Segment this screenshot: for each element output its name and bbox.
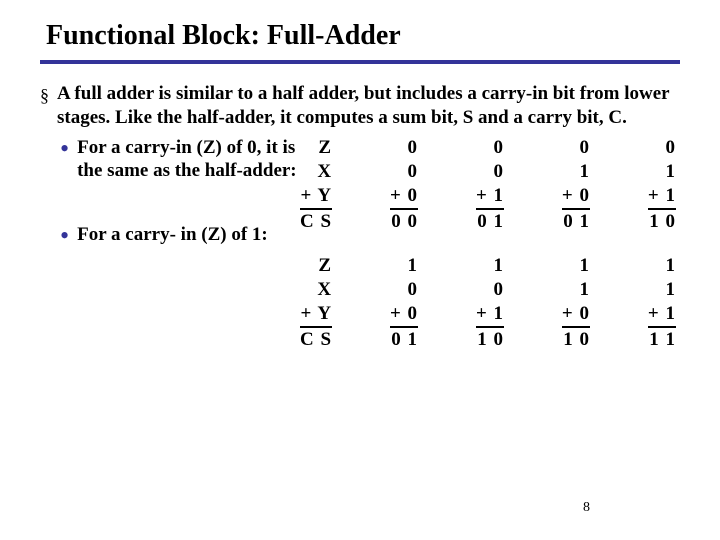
title-rule: [40, 60, 680, 64]
label-plus-y: + Y: [300, 184, 332, 210]
cell: 0: [494, 160, 505, 184]
label-x: X: [317, 160, 332, 184]
sub-bullet-1-text: For a carry-in (Z) of 0, it is the same …: [77, 136, 300, 184]
cell: + 0: [390, 184, 418, 210]
cell: 1: [665, 254, 676, 278]
cell: 0: [494, 278, 505, 302]
cell: 0: [408, 136, 419, 160]
tt0-col2: 0 1 + 0 0 1: [562, 136, 590, 234]
label-cs: C S: [300, 210, 332, 234]
cell: 0 1: [391, 328, 418, 352]
bullet-marker: §: [40, 85, 49, 106]
cell: 0: [408, 160, 419, 184]
cell: + 1: [648, 184, 676, 210]
cell: 0 1: [477, 210, 504, 234]
cell: 1: [494, 254, 505, 278]
tt0-col0: 0 0 + 0 0 0: [390, 136, 418, 234]
cell: 1 0: [649, 210, 676, 234]
tt1-col0: 1 0 + 0 0 1: [390, 254, 418, 352]
cell: + 0: [390, 302, 418, 328]
tt1-col2: 1 1 + 0 1 0: [562, 254, 590, 352]
label-x: X: [317, 278, 332, 302]
tt0-col1: 0 0 + 1 0 1: [476, 136, 504, 234]
label-z: Z: [318, 254, 332, 278]
page-number: 8: [583, 500, 590, 516]
cell: 1: [665, 278, 676, 302]
cell: 0 0: [391, 210, 418, 234]
right-column: Z X + Y C S 0 0 + 0 0 0 0 0 + 1 0 1 0 1 …: [300, 136, 680, 372]
cell: 0: [580, 136, 591, 160]
tt-labels: Z X + Y C S: [300, 254, 332, 352]
tt1-col3: 1 1 + 1 1 1: [648, 254, 676, 352]
sub-bullet-2: • For a carry- in (Z) of 1:: [60, 223, 300, 247]
cell: 0: [408, 278, 419, 302]
cell: 1 0: [477, 328, 504, 352]
left-column: • For a carry-in (Z) of 0, it is the sam…: [40, 136, 300, 372]
truth-table-z0: Z X + Y C S 0 0 + 0 0 0 0 0 + 1 0 1 0 1 …: [300, 136, 680, 234]
bullet-dot-icon: •: [60, 140, 69, 158]
truth-table-z1: Z X + Y C S 1 0 + 0 0 1 1 0 + 1 1 0 1 1 …: [300, 254, 680, 352]
cell: + 1: [476, 302, 504, 328]
cell: 0: [665, 136, 676, 160]
label-plus-y: + Y: [300, 302, 332, 328]
tt-labels: Z X + Y C S: [300, 136, 332, 234]
cell: 1 0: [563, 328, 590, 352]
label-z: Z: [318, 136, 332, 160]
cell: 0: [494, 136, 505, 160]
cell: + 0: [562, 184, 590, 210]
tt0-col3: 0 1 + 1 1 0: [648, 136, 676, 234]
cell: + 0: [562, 302, 590, 328]
slide-title: Functional Block: Full-Adder: [46, 20, 680, 52]
cell: 1 1: [649, 328, 676, 352]
content-columns: • For a carry-in (Z) of 0, it is the sam…: [40, 136, 680, 372]
sub-bullet-2-text: For a carry- in (Z) of 1:: [77, 223, 268, 247]
cell: 1: [408, 254, 419, 278]
main-bullet: § A full adder is similar to a half adde…: [40, 82, 680, 130]
cell: 1: [665, 160, 676, 184]
bullet-dot-icon: •: [60, 227, 69, 245]
cell: + 1: [476, 184, 504, 210]
cell: 1: [580, 254, 591, 278]
main-text: A full adder is similar to a half adder,…: [57, 82, 680, 130]
tt1-col1: 1 0 + 1 1 0: [476, 254, 504, 352]
label-cs: C S: [300, 328, 332, 352]
cell: + 1: [648, 302, 676, 328]
sub-bullet-1: • For a carry-in (Z) of 0, it is the sam…: [60, 136, 300, 184]
cell: 1: [580, 160, 591, 184]
cell: 0 1: [563, 210, 590, 234]
cell: 1: [580, 278, 591, 302]
